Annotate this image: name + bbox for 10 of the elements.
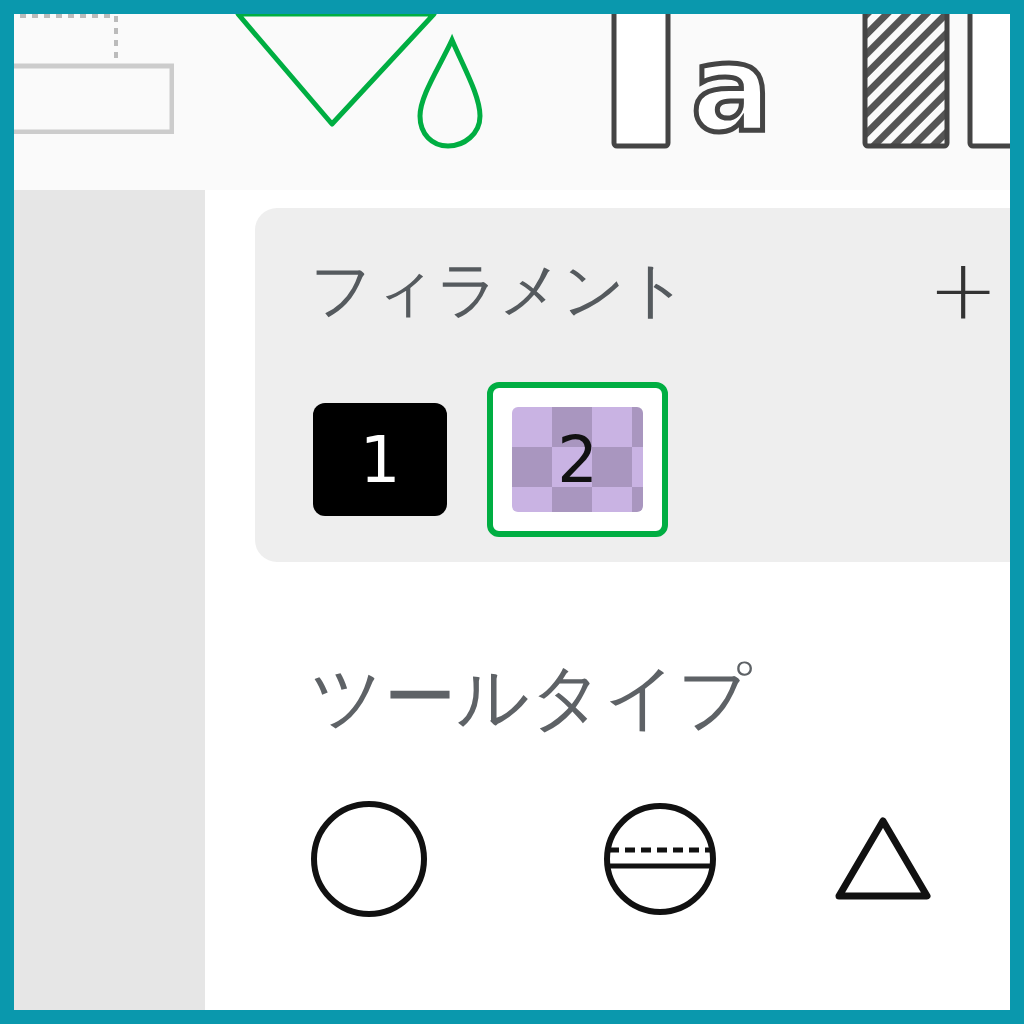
circle-tool[interactable]: [310, 800, 428, 919]
filament-chip[interactable]: 1: [313, 403, 447, 516]
tool-type-title: ツールタイプ: [310, 655, 752, 739]
filament-title: フィラメント: [310, 252, 688, 328]
hatch-tool[interactable]: [862, 14, 1010, 149]
add-button[interactable]: +: [928, 248, 999, 332]
triangle-tool[interactable]: [835, 816, 931, 903]
sphere-tool[interactable]: [603, 802, 717, 917]
filament-chip[interactable]: 2: [487, 382, 668, 537]
text-tool[interactable]: a: [611, 14, 772, 149]
